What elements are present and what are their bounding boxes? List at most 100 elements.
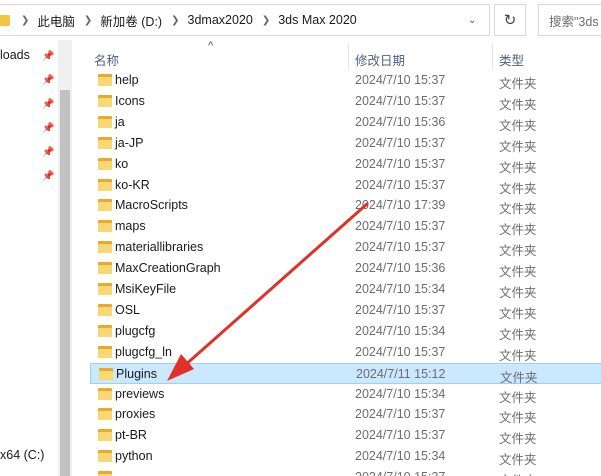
address-bar[interactable]: ❯ 此电脑 ❯ 新加卷 (D:) ❯ 3dmax2020 ❯ 3ds Max 2…	[0, 4, 490, 36]
search-placeholder: 搜索"3ds Max 2020"	[549, 14, 601, 29]
breadcrumb-drive-d[interactable]: 新加卷 (D:)	[100, 11, 162, 30]
file-date: 2024/7/10 15:37	[355, 344, 446, 359]
folder-icon	[98, 198, 112, 212]
table-row-selected[interactable]: Plugins 2024/7/11 15:12 文件夹	[90, 362, 601, 385]
column-type[interactable]: 类型	[499, 50, 524, 69]
file-name: Plugins	[116, 366, 157, 381]
file-date: 2024/7/10 15:37	[355, 302, 446, 317]
folder-icon	[98, 470, 112, 476]
address-toolbar: ❯ 此电脑 ❯ 新加卷 (D:) ❯ 3dmax2020 ❯ 3ds Max 2…	[0, 0, 601, 40]
file-type: 文件夹	[499, 139, 537, 154]
file-name: MaxCreationGraph	[115, 261, 221, 276]
column-date[interactable]: 修改日期	[355, 50, 405, 69]
nav-scrollbar-thumb[interactable]	[60, 90, 70, 476]
folder-icon	[98, 240, 112, 254]
file-name: ja-JP	[115, 135, 144, 150]
file-type: 文件夹	[499, 223, 537, 238]
file-type: 文件夹	[499, 118, 537, 133]
file-name: plugcfg_ln	[115, 344, 172, 359]
chevron-right-icon[interactable]: ❯	[262, 15, 270, 26]
nav-item-drive-c[interactable]: x64 (C:)	[0, 448, 44, 462]
chevron-right-icon[interactable]: ❯	[84, 15, 92, 26]
column-divider[interactable]	[492, 44, 493, 70]
table-row[interactable]: MacroScripts 2024/7/10 17:39 文件夹	[90, 195, 601, 216]
folder-icon	[98, 387, 112, 401]
pin-icon[interactable]: 📌	[42, 148, 54, 158]
chevron-right-icon[interactable]: ❯	[171, 15, 179, 26]
file-date: 2024/7/10 15:37	[355, 407, 446, 422]
breadcrumb-3dmax2020[interactable]: 3dmax2020	[188, 13, 253, 27]
table-row[interactable]: 2024/7/10 15:37 文件夹	[90, 467, 601, 476]
table-row[interactable]: MsiKeyFile 2024/7/10 15:34 文件夹	[90, 279, 601, 300]
folder-icon	[98, 428, 112, 442]
pin-icon[interactable]: 📌	[42, 172, 54, 182]
file-name: ko-KR	[115, 177, 150, 192]
table-row[interactable]: proxies 2024/7/10 15:37 文件夹	[90, 404, 601, 425]
file-type: 文件夹	[499, 160, 537, 175]
file-type: 文件夹	[499, 470, 537, 476]
pin-icon[interactable]: 📌	[42, 124, 54, 134]
table-row[interactable]: help 2024/7/10 15:37 文件夹	[90, 70, 601, 91]
folder-icon	[98, 303, 112, 317]
file-name: OSL	[115, 302, 141, 317]
table-row[interactable]: OSL 2024/7/10 15:37 文件夹	[90, 300, 601, 321]
file-date: 2024/7/10 15:36	[355, 261, 446, 276]
table-row[interactable]: Icons 2024/7/10 15:37 文件夹	[90, 91, 601, 112]
nav-scrollbar[interactable]	[58, 40, 72, 476]
file-name: python	[115, 449, 153, 464]
table-row[interactable]: previews 2024/7/10 15:34 文件夹	[90, 384, 601, 405]
file-date: 2024/7/10 17:39	[355, 198, 446, 213]
file-name: proxies	[115, 407, 156, 422]
table-row[interactable]: materiallibraries 2024/7/10 15:37 文件夹	[90, 237, 601, 258]
table-row[interactable]: MaxCreationGraph 2024/7/10 15:36 文件夹	[90, 258, 601, 279]
pin-icon[interactable]: 📌	[42, 52, 54, 62]
column-name[interactable]: 名称	[94, 50, 119, 69]
search-input[interactable]: 搜索"3ds Max 2020"	[538, 4, 601, 36]
table-row[interactable]: ja 2024/7/10 15:36 文件夹	[90, 112, 601, 133]
file-name: MacroScripts	[115, 198, 188, 213]
file-type: 文件夹	[499, 411, 537, 426]
breadcrumb-3ds-max-2020[interactable]: 3ds Max 2020	[278, 13, 357, 27]
folder-icon	[98, 157, 112, 171]
file-name: Icons	[115, 93, 145, 108]
file-date: 2024/7/10 15:37	[355, 219, 446, 234]
file-date: 2024/7/10 15:34	[355, 449, 446, 464]
column-divider[interactable]	[348, 44, 349, 70]
folder-icon	[98, 449, 112, 463]
pin-icon[interactable]: 📌	[42, 100, 54, 110]
folder-icon	[98, 261, 112, 275]
file-date: 2024/7/10 15:37	[355, 93, 446, 108]
table-row[interactable]: plugcfg 2024/7/10 15:34 文件夹	[90, 321, 601, 342]
table-row[interactable]: ko 2024/7/10 15:37 文件夹	[90, 154, 601, 175]
table-row[interactable]: ko-KR 2024/7/10 15:37 文件夹	[90, 175, 601, 196]
file-date: 2024/7/10 15:34	[355, 386, 446, 401]
file-date: 2024/7/10 15:37	[355, 156, 446, 171]
chevron-down-icon[interactable]: ⌄	[468, 15, 476, 26]
refresh-icon: ↻	[503, 12, 517, 29]
nav-item-downloads[interactable]: loads	[0, 48, 30, 62]
table-row[interactable]: python 2024/7/10 15:34 文件夹	[90, 446, 601, 467]
file-type: 文件夹	[499, 97, 537, 112]
column-header: 名称 修改日期 类型	[72, 44, 601, 70]
file-date: 2024/7/10 15:34	[355, 323, 446, 338]
pin-icon[interactable]: 📌	[42, 76, 54, 86]
refresh-button[interactable]: ↻	[494, 4, 526, 36]
file-name: materiallibraries	[115, 240, 204, 255]
table-row[interactable]: pt-BR 2024/7/10 15:37 文件夹	[90, 425, 601, 446]
file-type: 文件夹	[499, 327, 537, 342]
file-name: maps	[115, 219, 146, 234]
folder-icon	[98, 94, 112, 108]
folder-icon	[98, 73, 112, 87]
file-type: 文件夹	[499, 181, 537, 196]
breadcrumb-this-pc[interactable]: 此电脑	[37, 11, 75, 30]
table-row[interactable]: ja-JP 2024/7/10 15:37 文件夹	[90, 133, 601, 154]
table-row[interactable]: plugcfg_ln 2024/7/10 15:37 文件夹	[90, 342, 601, 363]
folder-icon	[0, 13, 12, 27]
file-type: 文件夹	[499, 348, 537, 363]
chevron-right-icon[interactable]: ❯	[21, 15, 29, 26]
table-row[interactable]: maps 2024/7/10 15:37 文件夹	[90, 216, 601, 237]
navigation-pane: loads 📌 📌 📌 📌 📌 📌 x64 (C:)	[0, 40, 72, 476]
folder-icon	[98, 407, 112, 421]
file-type: 文件夹	[499, 265, 537, 280]
folder-icon	[98, 178, 112, 192]
